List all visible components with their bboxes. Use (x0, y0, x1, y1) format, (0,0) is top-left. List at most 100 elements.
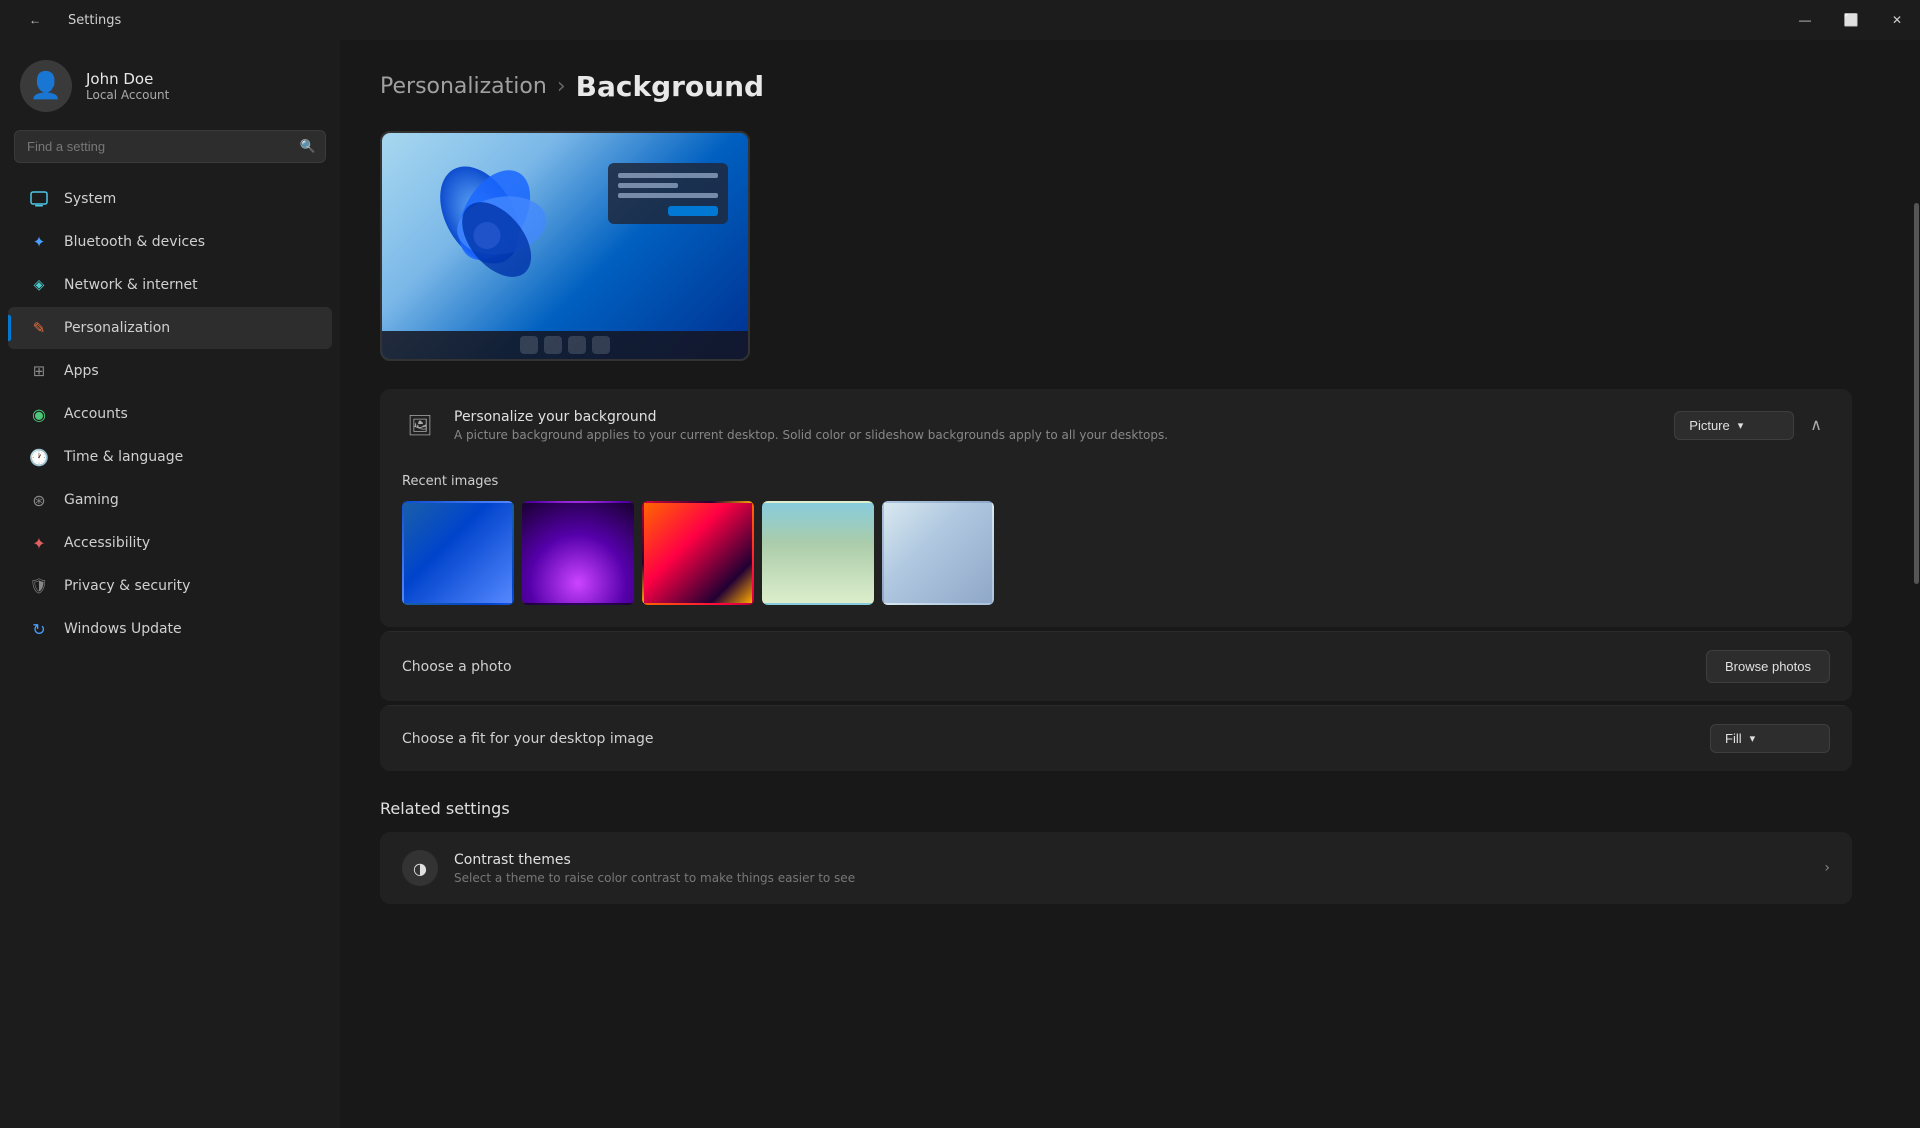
contrast-themes-title: Contrast themes (454, 852, 1808, 868)
personalize-content: Personalize your background A picture ba… (454, 409, 1658, 442)
preview-card-button (668, 206, 718, 216)
network-icon: ◈ (28, 274, 50, 296)
sidebar-item-network[interactable]: ◈ Network & internet (8, 264, 332, 306)
choose-fit-card: Choose a fit for your desktop image Fill… (380, 705, 1852, 771)
background-type-dropdown[interactable]: Picture ▾ (1674, 411, 1794, 440)
fit-dropdown-chevron-icon: ▾ (1750, 732, 1756, 745)
app-body: 👤 John Doe Local Account 🔍 System (0, 40, 1920, 1128)
preview-card-line-2 (618, 183, 678, 188)
personalize-background-card: 🖼 Personalize your background A picture … (380, 389, 1852, 627)
personalize-row: 🖼 Personalize your background A picture … (380, 389, 1852, 462)
bluetooth-icon: ✦ (28, 231, 50, 253)
sidebar-nav: System ✦ Bluetooth & devices ◈ Network &… (0, 177, 340, 651)
gaming-icon: ⊛ (28, 489, 50, 511)
sidebar-item-label-time: Time & language (64, 449, 183, 465)
sidebar-item-time[interactable]: 🕐 Time & language (8, 436, 332, 478)
main-content: Personalization › Background (340, 40, 1912, 1128)
sidebar-item-label-accessibility: Accessibility (64, 535, 150, 551)
sidebar-item-label-network: Network & internet (64, 277, 198, 293)
preview-card-line-3 (618, 193, 718, 198)
preview-card-line-1 (618, 173, 718, 178)
thumbnail-2[interactable] (522, 501, 634, 605)
personalize-title: Personalize your background (454, 409, 1658, 425)
personalize-icon: 🖼 (402, 407, 438, 443)
preview-flower-icon (412, 153, 562, 303)
sidebar-item-bluetooth[interactable]: ✦ Bluetooth & devices (8, 221, 332, 263)
system-icon (28, 188, 50, 210)
privacy-icon: 🛡 (28, 575, 50, 597)
sidebar-item-personalization[interactable]: ✎ Personalization (8, 307, 332, 349)
taskbar-dot-3 (568, 336, 586, 354)
recent-images-grid (402, 501, 1830, 605)
thumbnail-3[interactable] (642, 501, 754, 605)
personalize-desc: A picture background applies to your cur… (454, 428, 1658, 442)
sidebar-item-label-apps: Apps (64, 363, 99, 379)
related-settings-title: Related settings (380, 799, 1852, 818)
preview-card (608, 163, 728, 224)
recent-images-section: Recent images (380, 458, 1852, 627)
sidebar-item-accessibility[interactable]: ✦ Accessibility (8, 522, 332, 564)
preview-taskbar (382, 331, 748, 359)
fit-type-dropdown[interactable]: Fill ▾ (1710, 724, 1830, 753)
preview-card-lines (618, 173, 718, 198)
choose-fit-row: Choose a fit for your desktop image Fill… (380, 705, 1852, 771)
scrollbar-track[interactable] (1912, 40, 1920, 1128)
breadcrumb-parent[interactable]: Personalization (380, 74, 547, 99)
maximize-button[interactable]: ⬜ (1828, 0, 1874, 40)
contrast-themes-content: Contrast themes Select a theme to raise … (454, 852, 1808, 885)
sidebar-item-system[interactable]: System (8, 178, 332, 220)
search-input[interactable] (14, 130, 326, 163)
sidebar-item-label-bluetooth: Bluetooth & devices (64, 234, 205, 250)
personalization-icon: ✎ (28, 317, 50, 339)
scrollbar-thumb[interactable] (1914, 203, 1919, 584)
user-name: John Doe (86, 70, 169, 88)
titlebar-left: ← Settings (12, 0, 121, 40)
related-settings-card[interactable]: ◑ Contrast themes Select a theme to rais… (380, 832, 1852, 904)
sidebar-item-label-update: Windows Update (64, 621, 182, 637)
breadcrumb: Personalization › Background (380, 70, 1852, 103)
thumbnail-4[interactable] (762, 501, 874, 605)
sidebar-item-label-system: System (64, 191, 116, 207)
avatar: 👤 (20, 60, 72, 112)
search-box: 🔍 (14, 130, 326, 163)
user-info: John Doe Local Account (86, 70, 169, 102)
taskbar-dot-2 (544, 336, 562, 354)
thumbnail-1[interactable] (402, 501, 514, 605)
time-icon: 🕐 (28, 446, 50, 468)
close-button[interactable]: ✕ (1874, 0, 1920, 40)
desktop-preview (380, 131, 750, 361)
contrast-themes-desc: Select a theme to raise color contrast t… (454, 871, 1808, 885)
recent-images-label: Recent images (402, 458, 1830, 501)
back-button[interactable]: ← (12, 0, 58, 40)
preview-wallpaper (382, 133, 748, 359)
user-section[interactable]: 👤 John Doe Local Account (0, 50, 340, 130)
contrast-themes-icon: ◑ (402, 850, 438, 886)
sidebar-item-apps[interactable]: ⊞ Apps (8, 350, 332, 392)
dropdown-chevron-icon: ▾ (1738, 419, 1744, 432)
titlebar: ← Settings — ⬜ ✕ (0, 0, 1920, 40)
app-title: Settings (68, 13, 121, 28)
sidebar-item-label-accounts: Accounts (64, 406, 128, 422)
personalize-action: Picture ▾ ∧ (1674, 411, 1830, 440)
chevron-right-icon: › (1824, 860, 1830, 876)
sidebar-item-label-personalization: Personalization (64, 320, 170, 336)
search-icon: 🔍 (300, 139, 316, 154)
browse-photos-button[interactable]: Browse photos (1706, 650, 1830, 683)
sidebar-item-label-privacy: Privacy & security (64, 578, 190, 594)
background-type-label: Picture (1689, 418, 1729, 433)
thumbnail-5[interactable] (882, 501, 994, 605)
user-type: Local Account (86, 88, 169, 102)
window-controls: — ⬜ ✕ (1782, 0, 1920, 40)
expand-section-button[interactable]: ∧ (1802, 411, 1830, 439)
choose-photo-card: Choose a photo Browse photos (380, 631, 1852, 701)
expand-chevron-icon: ∧ (1810, 417, 1822, 434)
sidebar-item-gaming[interactable]: ⊛ Gaming (8, 479, 332, 521)
sidebar-item-update[interactable]: ↻ Windows Update (8, 608, 332, 650)
fit-type-label: Fill (1725, 731, 1742, 746)
taskbar-dot-1 (520, 336, 538, 354)
update-icon: ↻ (28, 618, 50, 640)
sidebar-item-privacy[interactable]: 🛡 Privacy & security (8, 565, 332, 607)
apps-icon: ⊞ (28, 360, 50, 382)
minimize-button[interactable]: — (1782, 0, 1828, 40)
sidebar-item-accounts[interactable]: ◉ Accounts (8, 393, 332, 435)
